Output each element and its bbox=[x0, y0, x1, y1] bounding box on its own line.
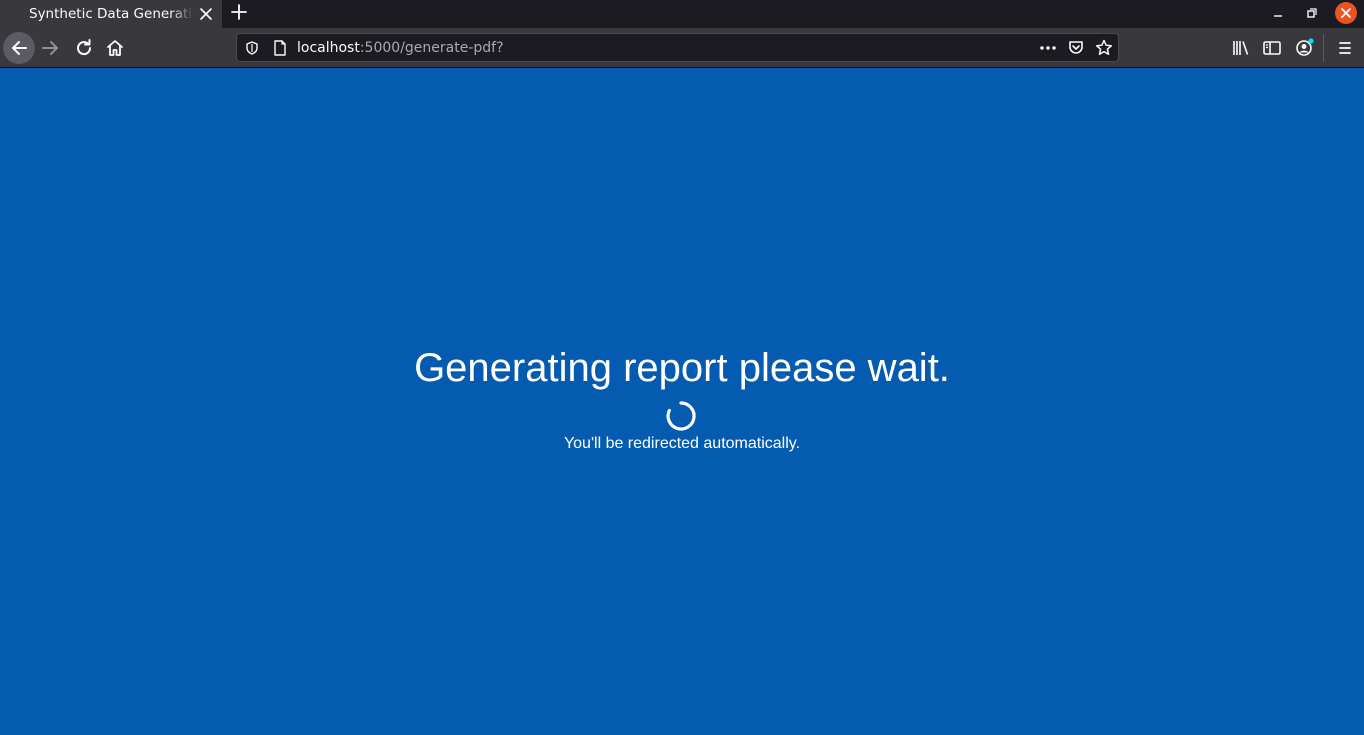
loading-spinner-icon bbox=[666, 401, 696, 431]
close-window-button[interactable] bbox=[1335, 2, 1357, 24]
browser-tab[interactable]: Synthetic Data Generation bbox=[0, 0, 222, 28]
navigation-toolbar: localhost:5000/generate-pdf? bbox=[0, 28, 1364, 68]
page-heading: Generating report please wait. bbox=[414, 346, 950, 390]
reload-icon[interactable] bbox=[72, 36, 96, 60]
redirect-notice: You'll be redirected automatically. bbox=[563, 435, 801, 452]
library-icon[interactable] bbox=[1229, 36, 1253, 60]
close-window-icon bbox=[1341, 8, 1351, 18]
back-button[interactable] bbox=[3, 32, 35, 64]
restore-icon[interactable] bbox=[1299, 2, 1323, 24]
url-text[interactable]: localhost:5000/generate-pdf? bbox=[297, 39, 504, 57]
url-host: localhost bbox=[297, 40, 360, 56]
tracking-protection-shield-icon[interactable] bbox=[244, 40, 260, 56]
pocket-icon[interactable] bbox=[1067, 39, 1085, 57]
arrow-left-icon bbox=[12, 41, 27, 55]
minimize-icon[interactable] bbox=[1266, 2, 1290, 24]
address-bar[interactable]: localhost:5000/generate-pdf? bbox=[236, 33, 1119, 62]
new-tab-icon[interactable] bbox=[229, 2, 249, 22]
more-actions-icon[interactable] bbox=[1038, 40, 1058, 56]
tab-title: Synthetic Data Generation bbox=[29, 6, 194, 22]
star-icon[interactable] bbox=[1094, 38, 1114, 58]
account-icon[interactable] bbox=[1292, 36, 1316, 60]
url-path: :5000/generate-pdf? bbox=[359, 40, 504, 56]
hamburger-menu-icon[interactable] bbox=[1333, 36, 1357, 60]
tab-strip: Synthetic Data Generation bbox=[0, 0, 1364, 28]
toolbar-separator bbox=[1323, 34, 1324, 62]
sidebar-icon[interactable] bbox=[1260, 36, 1284, 60]
close-tab-icon[interactable] bbox=[196, 4, 216, 24]
home-icon[interactable] bbox=[103, 36, 127, 60]
page-info-icon[interactable] bbox=[272, 39, 288, 57]
arrow-right-icon[interactable] bbox=[39, 36, 63, 60]
page-content: Generating report please wait. You'll be… bbox=[0, 69, 1364, 735]
